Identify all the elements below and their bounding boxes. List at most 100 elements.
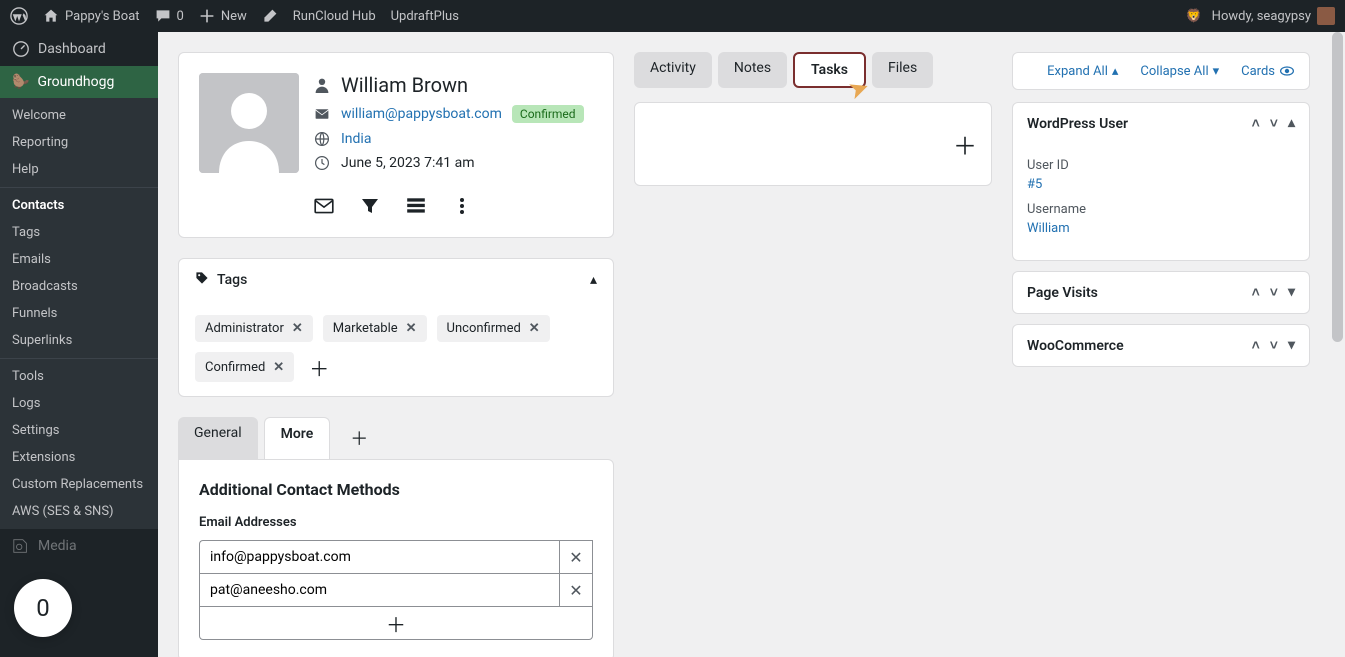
tab-notes[interactable]: Notes	[718, 52, 787, 88]
action-email[interactable]	[313, 195, 335, 217]
sidebar-item-settings[interactable]: Settings	[0, 417, 158, 444]
sidebar-item-broadcasts[interactable]: Broadcasts	[0, 273, 158, 300]
toggle[interactable]: ▴	[1288, 115, 1295, 132]
woocommerce-title: WooCommerce	[1027, 338, 1124, 354]
tab-general[interactable]: General	[178, 417, 258, 459]
status-badge: Confirmed	[512, 105, 584, 123]
sidebar-item-extensions[interactable]: Extensions	[0, 444, 158, 471]
tab-tasks[interactable]: Tasks➤	[793, 52, 866, 88]
site-link[interactable]: Pappy's Boat	[43, 8, 140, 24]
avatar	[199, 73, 299, 173]
contact-email[interactable]: william@pappysboat.com	[341, 106, 502, 122]
username-value[interactable]: William	[1027, 221, 1295, 236]
action-more[interactable]	[451, 195, 473, 217]
remove-tag[interactable]: ✕	[273, 360, 284, 375]
email-addresses-label: Email Addresses	[199, 515, 593, 530]
action-filter[interactable]	[359, 195, 381, 217]
person-icon	[313, 77, 331, 93]
cards-toggle[interactable]: Cards	[1241, 63, 1295, 79]
wp-user-title: WordPress User	[1027, 116, 1128, 132]
sidebar-item-help[interactable]: Help	[0, 156, 158, 183]
collapse-icon[interactable]: ▴	[590, 272, 597, 288]
move-down[interactable]: ˅	[1270, 337, 1278, 354]
page-visits-title: Page Visits	[1027, 285, 1098, 301]
email-input-1[interactable]	[199, 540, 559, 574]
scrollbar[interactable]	[1330, 32, 1345, 657]
contact-country[interactable]: India	[341, 131, 371, 147]
remove-tag[interactable]: ✕	[406, 321, 417, 336]
additional-methods-title: Additional Contact Methods	[199, 480, 593, 499]
tasks-body: ＋	[634, 102, 992, 186]
toggle[interactable]: ▾	[1288, 337, 1295, 354]
comments-link[interactable]: 0	[155, 8, 184, 24]
action-list[interactable]	[405, 195, 427, 217]
add-tag-button[interactable]: ＋	[304, 352, 334, 382]
new-link[interactable]: New	[199, 8, 247, 24]
contact-date: June 5, 2023 7:41 am	[341, 155, 474, 171]
add-email-button[interactable]: ＋	[199, 606, 593, 640]
sidebar-item-contacts[interactable]: Contacts	[0, 192, 158, 219]
sidebar-item-tags[interactable]: Tags	[0, 219, 158, 246]
sidebar-item-funnels[interactable]: Funnels	[0, 300, 158, 327]
sidebar-groundhogg[interactable]: 🦫Groundhogg	[0, 66, 158, 98]
admin-sidebar: Dashboard 🦫Groundhogg Welcome Reporting …	[0, 32, 158, 657]
cursor-icon: ➤	[846, 75, 872, 105]
tag-chip: Unconfirmed✕	[437, 315, 550, 342]
add-tab-button[interactable]: ＋	[336, 417, 382, 459]
woocommerce-card: WooCommerce ˄ ˅ ▾	[1012, 324, 1310, 367]
email-input-2[interactable]	[199, 573, 559, 607]
sidebar-item-superlinks[interactable]: Superlinks	[0, 327, 158, 354]
tags-panel: Tags ▴ Administrator✕ Marketable✕ Unconf…	[178, 258, 614, 397]
tag-chip: Administrator✕	[195, 315, 313, 342]
tab-files[interactable]: Files	[872, 52, 933, 88]
tags-title: Tags	[217, 272, 247, 288]
tag-icon	[195, 271, 209, 289]
contact-name: William Brown	[341, 73, 468, 97]
sidebar-item-reporting[interactable]: Reporting	[0, 129, 158, 156]
toggle[interactable]: ▾	[1288, 284, 1295, 301]
user-greeting[interactable]: Howdy, seagypsy	[1212, 7, 1335, 25]
wordpress-user-card: WordPress User ˄ ˅ ▴ User ID #5 Username W…	[1012, 102, 1310, 261]
move-up[interactable]: ˄	[1252, 337, 1260, 354]
remove-tag[interactable]: ✕	[529, 321, 540, 336]
sidebar-dashboard[interactable]: Dashboard	[0, 32, 158, 66]
edit-icon[interactable]	[262, 8, 278, 24]
move-up[interactable]: ˄	[1252, 284, 1260, 301]
collapse-all[interactable]: Collapse All ▾	[1140, 63, 1219, 79]
sidebar-item-aws[interactable]: AWS (SES & SNS)	[0, 498, 158, 525]
userid-label: User ID	[1027, 158, 1295, 173]
move-up[interactable]: ˄	[1252, 115, 1260, 132]
tag-chip: Confirmed✕	[195, 352, 294, 382]
page-visits-card: Page Visits ˄ ˅ ▾	[1012, 271, 1310, 314]
more-tab-content: Additional Contact Methods Email Address…	[178, 459, 614, 657]
tab-more[interactable]: More	[264, 417, 331, 459]
remove-tag[interactable]: ✕	[292, 321, 303, 336]
updraft-link[interactable]: UpdraftPlus	[391, 9, 459, 24]
sidebar-media[interactable]: Media	[0, 529, 158, 563]
remove-email-1[interactable]: ✕	[559, 540, 593, 574]
cards-controls: Expand All ▴ Collapse All ▾ Cards	[1012, 52, 1310, 90]
move-down[interactable]: ˅	[1270, 284, 1278, 301]
email-icon	[313, 106, 331, 122]
expand-all[interactable]: Expand All ▴	[1047, 63, 1118, 79]
sidebar-item-emails[interactable]: Emails	[0, 246, 158, 273]
add-task-button[interactable]: ＋	[953, 127, 977, 162]
sidebar-item-tools[interactable]: Tools	[0, 363, 158, 390]
tag-chip: Marketable✕	[323, 315, 427, 342]
clock-icon	[313, 155, 331, 171]
sidebar-item-welcome[interactable]: Welcome	[0, 102, 158, 129]
admin-bar: Pappy's Boat 0 New RunCloud Hub UpdraftP…	[0, 0, 1345, 32]
userid-value[interactable]: #5	[1027, 177, 1295, 192]
remove-email-2[interactable]: ✕	[559, 573, 593, 607]
username-label: Username	[1027, 202, 1295, 217]
notification-bubble[interactable]: 0	[14, 579, 72, 637]
runcloud-link[interactable]: RunCloud Hub	[293, 9, 376, 24]
notification-icon[interactable]: 🦁	[1185, 9, 1201, 24]
wp-logo[interactable]	[10, 7, 28, 25]
globe-icon	[313, 131, 331, 147]
sidebar-item-logs[interactable]: Logs	[0, 390, 158, 417]
sidebar-item-custom-replacements[interactable]: Custom Replacements	[0, 471, 158, 498]
contact-header-card: William Brown william@pappysboat.com Conf…	[178, 52, 614, 238]
move-down[interactable]: ˅	[1270, 115, 1278, 132]
tab-activity[interactable]: Activity	[634, 52, 712, 88]
